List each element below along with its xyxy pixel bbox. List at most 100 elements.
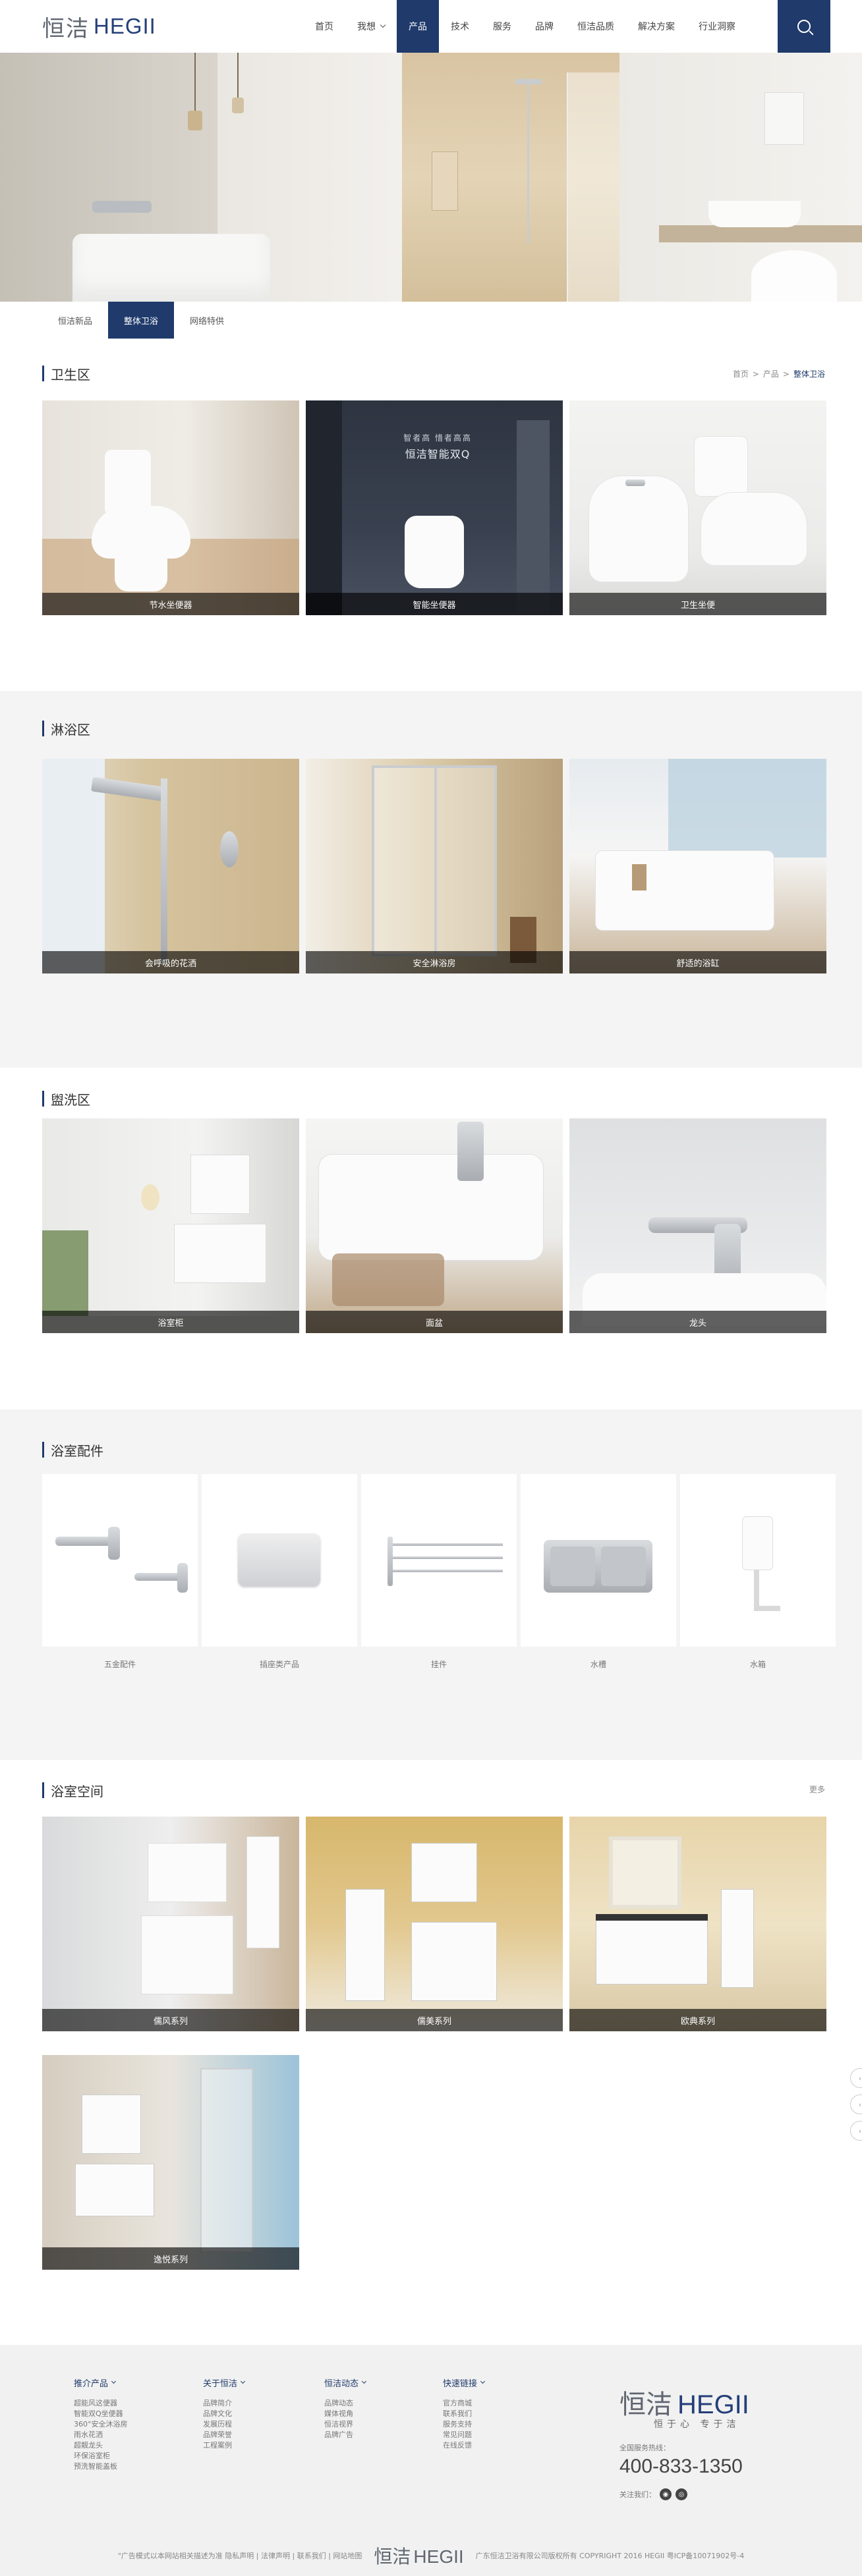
footer-logo: 恒洁 HEGII xyxy=(619,2383,749,2421)
series-image xyxy=(42,2055,299,2270)
bottom-logo-cn: 恒洁 xyxy=(374,2546,411,2567)
product-card[interactable]: 智者高 惜者高高 恒洁智能双Q 智能坐便器 xyxy=(306,400,563,615)
footer-link[interactable]: 工程案例 xyxy=(203,2440,244,2451)
footer-link[interactable]: 雨水花洒 xyxy=(74,2430,128,2440)
footer-link[interactable]: 品牌动态 xyxy=(324,2398,366,2409)
footer-link[interactable]: 服务支持 xyxy=(443,2419,484,2430)
footer-copyright: 广东恒洁卫浴有限公司版权所有 COPYRIGHT 2016 HEGII 粤ICP… xyxy=(475,2552,745,2560)
accessory-image xyxy=(521,1474,676,1647)
card-caption: 节水坐便器 xyxy=(42,593,299,615)
footer-link[interactable]: 在线反馈 xyxy=(443,2440,484,2451)
footer-link[interactable]: 超靓龙头 xyxy=(74,2440,128,2451)
product-card[interactable]: 逸悦系列 xyxy=(42,2055,299,2270)
nav-item-home[interactable]: 首页 xyxy=(303,0,345,53)
footer-link[interactable]: 超能风这便器 xyxy=(74,2398,128,2409)
product-card[interactable]: 节水坐便器 xyxy=(42,400,299,615)
shower-room-image xyxy=(306,759,563,973)
footer-link[interactable]: 联系我们 xyxy=(443,2409,484,2419)
series-image xyxy=(306,1817,563,2031)
product-card[interactable]: 卫生坐便 xyxy=(569,400,826,615)
breadcrumb-products[interactable]: 产品 xyxy=(763,368,779,379)
search-button[interactable] xyxy=(778,0,830,53)
accessory-item[interactable]: 水箱 xyxy=(680,1474,836,1670)
accessory-item[interactable]: 插座类产品 xyxy=(202,1474,357,1670)
footer-col-title[interactable]: 推介产品 xyxy=(74,2376,128,2389)
footer-link[interactable]: 恒洁视界 xyxy=(324,2419,366,2430)
section-title: 淋浴区 xyxy=(42,721,90,738)
smart-toilet-image: 智者高 惜者高高 恒洁智能双Q xyxy=(306,400,563,615)
card-caption: 智能坐便器 xyxy=(306,593,563,615)
vanity-image xyxy=(42,1118,299,1333)
accessory-item[interactable]: 水槽 xyxy=(521,1474,676,1670)
product-card[interactable]: 儒美系列 xyxy=(306,1817,563,2031)
subtab-new[interactable]: 恒洁新品 xyxy=(42,302,109,339)
product-subtabs: 恒洁新品 整体卫浴 网络特供 xyxy=(42,302,241,339)
accessory-label: 插座类产品 xyxy=(259,1660,299,1669)
chevron-down-icon xyxy=(361,2378,367,2384)
weibo-icon[interactable]: ‹ xyxy=(850,2095,862,2114)
footer-link[interactable]: 常见问题 xyxy=(443,2430,484,2440)
product-card[interactable]: 舒适的浴缸 xyxy=(569,759,826,973)
weibo-icon[interactable]: ◉ xyxy=(660,2488,672,2500)
nav-item-quality[interactable]: 恒洁品质 xyxy=(565,0,626,53)
product-card[interactable]: 儒风系列 xyxy=(42,1817,299,2031)
accessory-image xyxy=(42,1474,198,1647)
footer-link[interactable]: 品牌文化 xyxy=(203,2409,244,2419)
product-card[interactable]: 安全淋浴房 xyxy=(306,759,563,973)
accessory-image xyxy=(680,1474,836,1647)
nav-label: 恒洁品质 xyxy=(577,22,614,32)
breadcrumb-current: 整体卫浴 xyxy=(793,370,825,379)
product-card[interactable]: 浴室柜 xyxy=(42,1118,299,1333)
footer-col-title[interactable]: 恒洁动态 xyxy=(324,2376,367,2389)
accessory-label: 五金配件 xyxy=(103,1660,136,1669)
nav-item-brand[interactable]: 品牌 xyxy=(523,0,565,53)
footer-link[interactable]: 官方商城 xyxy=(443,2398,484,2409)
footer-link[interactable]: 预洗智能盖板 xyxy=(74,2461,128,2472)
subtab-online[interactable]: 网络特供 xyxy=(174,302,241,339)
footer-link[interactable]: 发展历程 xyxy=(203,2419,244,2430)
floating-toolbar: ‹ ‹ ‹ xyxy=(850,2068,862,2147)
footer-link[interactable]: 360°安全沐浴房 xyxy=(74,2419,128,2430)
product-card[interactable]: 欧典系列 xyxy=(569,1817,826,2031)
nav-item-want[interactable]: 我想 xyxy=(345,0,397,53)
footer-bottom-bar: "广告模式以本网站相关描述为准 隐私声明 | 法律声明 | 联系我们 | 网站地… xyxy=(0,2542,862,2569)
nav-item-insight[interactable]: 行业洞察 xyxy=(687,0,747,53)
nav-item-tech[interactable]: 技术 xyxy=(439,0,481,53)
follow-label: 关注我们： xyxy=(619,2490,656,2499)
footer-logo-cn: 恒洁 xyxy=(619,2390,672,2420)
footer-link[interactable]: 品牌简介 xyxy=(203,2398,244,2409)
accessory-image xyxy=(202,1474,357,1647)
site-header: 恒洁 HEGII 首页 我想 产品 技术 服务 品牌 恒洁品质 解决方案 行业洞… xyxy=(0,0,862,53)
footer-link[interactable]: 媒体视角 xyxy=(324,2409,366,2419)
product-card[interactable]: 会呼吸的花洒 xyxy=(42,759,299,973)
product-card[interactable]: 龙头 xyxy=(569,1118,826,1333)
card-caption: 舒适的浴缸 xyxy=(569,951,826,973)
section-title: 卫生区 xyxy=(42,366,90,383)
card-caption: 面盆 xyxy=(306,1311,563,1333)
accessory-item[interactable]: 挂件 xyxy=(361,1474,517,1670)
nav-label: 首页 xyxy=(315,22,333,32)
footer-link[interactable]: 智能双Q坐便器 xyxy=(74,2409,128,2419)
section-title: 浴室配件 xyxy=(42,1442,103,1459)
card-overlay-line2: 恒洁智能双Q xyxy=(405,448,471,460)
footer-col-title[interactable]: 关于恒洁 xyxy=(203,2376,246,2389)
footer-col-title[interactable]: 快速链接 xyxy=(443,2376,486,2389)
more-link[interactable]: 更多 xyxy=(809,1784,825,1795)
nav-item-products[interactable]: 产品 xyxy=(397,0,439,53)
wechat-icon[interactable]: ◎ xyxy=(675,2488,687,2500)
section-accessories: 浴室配件 五金配件 插座类产品 挂件 水槽 水箱 xyxy=(0,1410,862,1760)
back-to-top-icon[interactable]: ‹ xyxy=(850,2121,862,2141)
brand-logo[interactable]: 恒洁 HEGII xyxy=(42,14,156,42)
product-card[interactable]: 面盆 xyxy=(306,1118,563,1333)
breadcrumb-home[interactable]: 首页 xyxy=(733,368,749,379)
nav-item-service[interactable]: 服务 xyxy=(481,0,523,53)
card-caption: 安全淋浴房 xyxy=(306,951,563,973)
nav-item-solutions[interactable]: 解决方案 xyxy=(626,0,687,53)
footer-legal-links[interactable]: "广告模式以本网站相关描述为准 隐私声明 | 法律声明 | 联系我们 | 网站地… xyxy=(118,2550,362,2561)
share-icon[interactable]: ‹ xyxy=(850,2068,862,2088)
footer-link[interactable]: 品牌广告 xyxy=(324,2430,366,2440)
footer-link[interactable]: 品牌荣誉 xyxy=(203,2430,244,2440)
accessory-item[interactable]: 五金配件 xyxy=(42,1474,198,1670)
footer-link[interactable]: 环保浴室柜 xyxy=(74,2451,128,2461)
subtab-whole-bath[interactable]: 整体卫浴 xyxy=(108,302,175,339)
